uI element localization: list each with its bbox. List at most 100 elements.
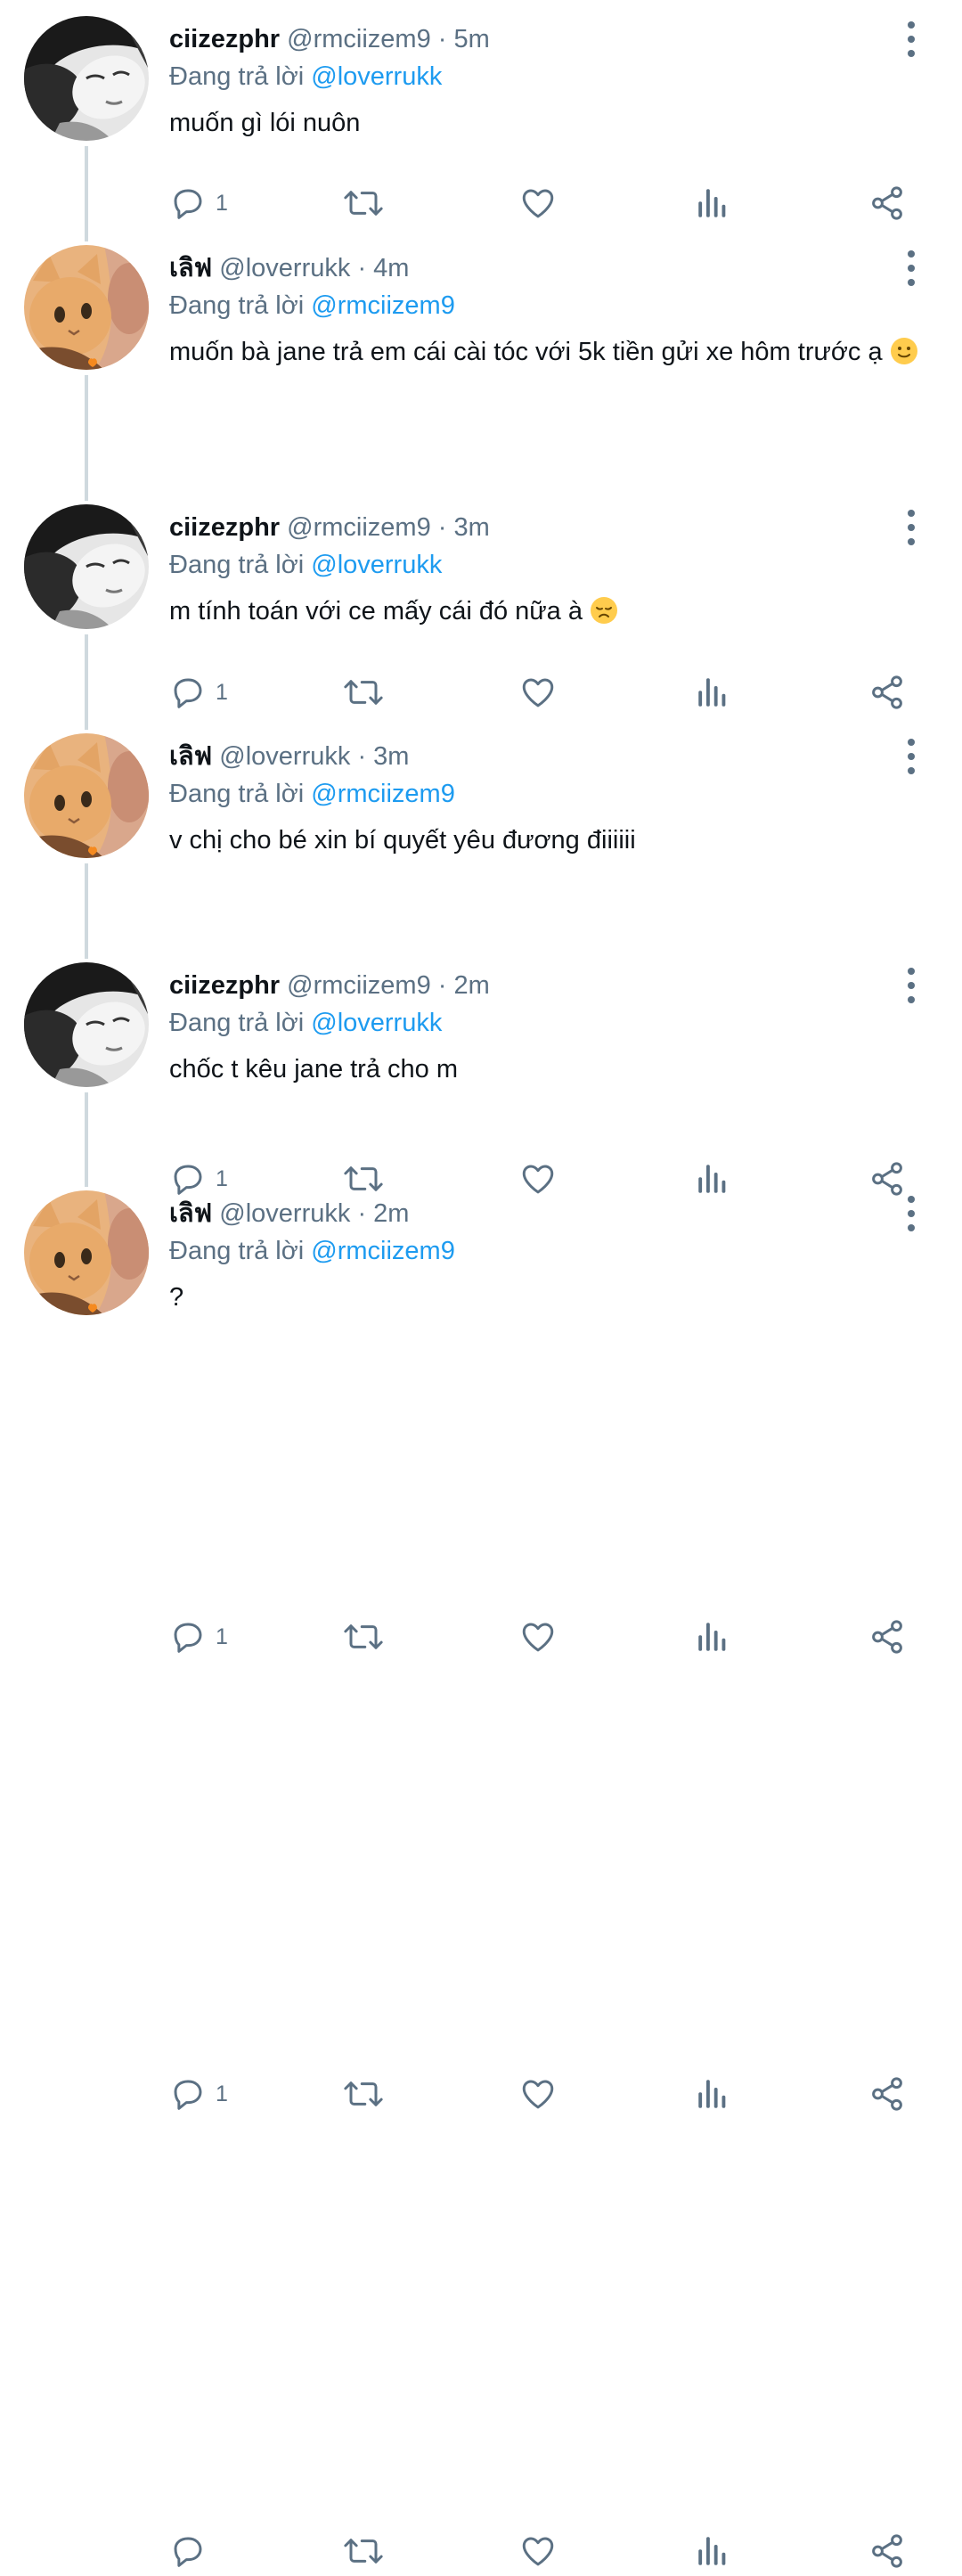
heart-icon — [518, 2532, 558, 2570]
tweet-actions — [169, 2531, 909, 2571]
share-icon — [868, 184, 906, 222]
author-handle[interactable]: @loverrukk — [219, 254, 350, 282]
tweet-header: เลิฟ @loverrukk · 2m — [169, 1198, 409, 1230]
timestamp[interactable]: 2m — [454, 971, 490, 1000]
avatar[interactable] — [24, 733, 149, 858]
timestamp[interactable]: 3m — [373, 742, 409, 771]
tweet-text: ? — [169, 1281, 926, 1313]
avatar[interactable] — [24, 16, 149, 141]
thread-connector-line — [85, 863, 88, 959]
analytics-icon — [695, 2532, 730, 2570]
separator-dot: · — [357, 742, 367, 771]
replying-to-label: Đang trả lời — [169, 1009, 305, 1037]
separator-dot: · — [437, 25, 447, 53]
replying-to-label: Đang trả lời — [169, 551, 305, 579]
avatar[interactable] — [24, 962, 149, 1087]
thread-connector-line — [85, 375, 88, 501]
timestamp[interactable]: 5m — [454, 25, 490, 53]
tweet-header: เลิฟ @loverrukk · 4m — [169, 252, 409, 284]
retweet-button[interactable] — [343, 2531, 384, 2571]
tweet[interactable]: ciizezphr @rmciizem9 · 5m Đang trả lời @l… — [0, 16, 962, 241]
analytics-icon — [695, 184, 730, 222]
retweet-icon — [343, 2532, 384, 2570]
author-handle[interactable]: @rmciizem9 — [287, 971, 431, 1000]
timestamp[interactable]: 2m — [373, 1199, 409, 1228]
avatar[interactable] — [24, 245, 149, 370]
replying-to: Đang trả lời @loverrukk — [169, 1007, 442, 1039]
avatar[interactable] — [24, 1190, 149, 1315]
replying-to-label: Đang trả lời — [169, 291, 305, 320]
tweet-header: เลิฟ @loverrukk · 3m — [169, 740, 409, 773]
thread-connector-line — [85, 1092, 88, 1187]
mention-link[interactable]: @loverrukk — [311, 62, 442, 91]
tweet-text-content: v chị cho bé xin bí quyết yêu đương điii… — [169, 826, 636, 855]
like-button[interactable] — [518, 2531, 558, 2571]
mention-link[interactable]: @loverrukk — [311, 1009, 442, 1037]
mention-link[interactable]: @loverrukk — [311, 551, 442, 579]
separator-dot: · — [357, 1199, 367, 1228]
share-button[interactable] — [868, 2531, 906, 2571]
avatar[interactable] — [24, 504, 149, 629]
author-handle[interactable]: @rmciizem9 — [287, 513, 431, 542]
reply-button[interactable] — [169, 2531, 207, 2571]
more-vertical-icon[interactable] — [898, 510, 925, 545]
tweet-header: ciizezphr @rmciizem9 · 3m — [169, 511, 490, 544]
author-handle[interactable]: @loverrukk — [219, 1199, 350, 1228]
author-name[interactable]: ciizezphr — [169, 513, 280, 542]
thread-connector-line — [85, 146, 88, 241]
analytics-button[interactable] — [695, 2531, 730, 2571]
tweet-text: m tính toán với ce mấy cái đó nữa à — [169, 595, 926, 627]
share-icon — [868, 2532, 906, 2570]
more-vertical-icon[interactable] — [898, 250, 925, 286]
separator-dot: · — [437, 513, 447, 542]
tweet-text-content: muốn bà jane trả em cái cài tóc với 5k t… — [169, 338, 883, 366]
separator-dot: · — [357, 254, 367, 282]
retweet-icon — [343, 184, 384, 222]
tweet-text: chốc t kêu jane trả cho m — [169, 1053, 926, 1085]
replying-to: Đang trả lời @loverrukk — [169, 549, 442, 581]
author-handle[interactable]: @loverrukk — [219, 742, 350, 771]
author-name[interactable]: ciizezphr — [169, 971, 280, 1000]
reply-count: 1 — [216, 190, 228, 216]
more-vertical-icon[interactable] — [898, 21, 925, 57]
author-name[interactable]: ciizezphr — [169, 25, 280, 53]
mention-link[interactable]: @rmciizem9 — [311, 780, 455, 808]
replying-to-label: Đang trả lời — [169, 62, 305, 91]
tweet-text-content: ? — [169, 1283, 184, 1312]
reply-icon — [169, 2532, 207, 2570]
tweet-text-content: muốn gì lói nuôn — [169, 109, 361, 137]
tweet-text-content: m tính toán với ce mấy cái đó nữa à — [169, 597, 583, 626]
author-name[interactable]: เลิฟ — [169, 254, 212, 282]
timestamp[interactable]: 4m — [373, 254, 409, 282]
slightly-smiling-face-emoji — [890, 338, 918, 366]
tweet-text-content: chốc t kêu jane trả cho m — [169, 1055, 458, 1084]
replying-to-label: Đang trả lời — [169, 1237, 305, 1265]
replying-to: Đang trả lời @loverrukk — [169, 61, 442, 93]
like-button[interactable] — [518, 184, 558, 223]
author-name[interactable]: เลิฟ — [169, 1199, 212, 1228]
analytics-button[interactable] — [695, 184, 730, 223]
tweet[interactable]: เลิฟ @loverrukk · 2m Đang trả lời @rmciiz… — [0, 1190, 962, 2576]
heart-icon — [518, 184, 558, 222]
reply-button[interactable]: 1 — [169, 184, 228, 223]
mention-link[interactable]: @rmciizem9 — [311, 291, 455, 320]
tweet-header: ciizezphr @rmciizem9 · 5m — [169, 23, 490, 55]
tweet-text: v chị cho bé xin bí quyết yêu đương điii… — [169, 824, 926, 856]
tweet-actions: 1 — [169, 184, 909, 223]
tweet-header: ciizezphr @rmciizem9 · 2m — [169, 969, 490, 1002]
more-vertical-icon[interactable] — [898, 968, 925, 1003]
replying-to: Đang trả lời @rmciizem9 — [169, 290, 455, 322]
mention-link[interactable]: @rmciizem9 — [311, 1237, 455, 1265]
thread-connector-line — [85, 634, 88, 730]
timestamp[interactable]: 3m — [454, 513, 490, 542]
tweet-text: muốn bà jane trả em cái cài tóc với 5k t… — [169, 336, 926, 368]
more-vertical-icon[interactable] — [898, 739, 925, 774]
share-button[interactable] — [868, 184, 906, 223]
reply-icon — [169, 184, 207, 222]
retweet-button[interactable] — [343, 184, 384, 223]
separator-dot: · — [437, 971, 447, 1000]
author-handle[interactable]: @rmciizem9 — [287, 25, 431, 53]
replying-to: Đang trả lời @rmciizem9 — [169, 778, 455, 810]
more-vertical-icon[interactable] — [898, 1196, 925, 1231]
author-name[interactable]: เลิฟ — [169, 742, 212, 771]
